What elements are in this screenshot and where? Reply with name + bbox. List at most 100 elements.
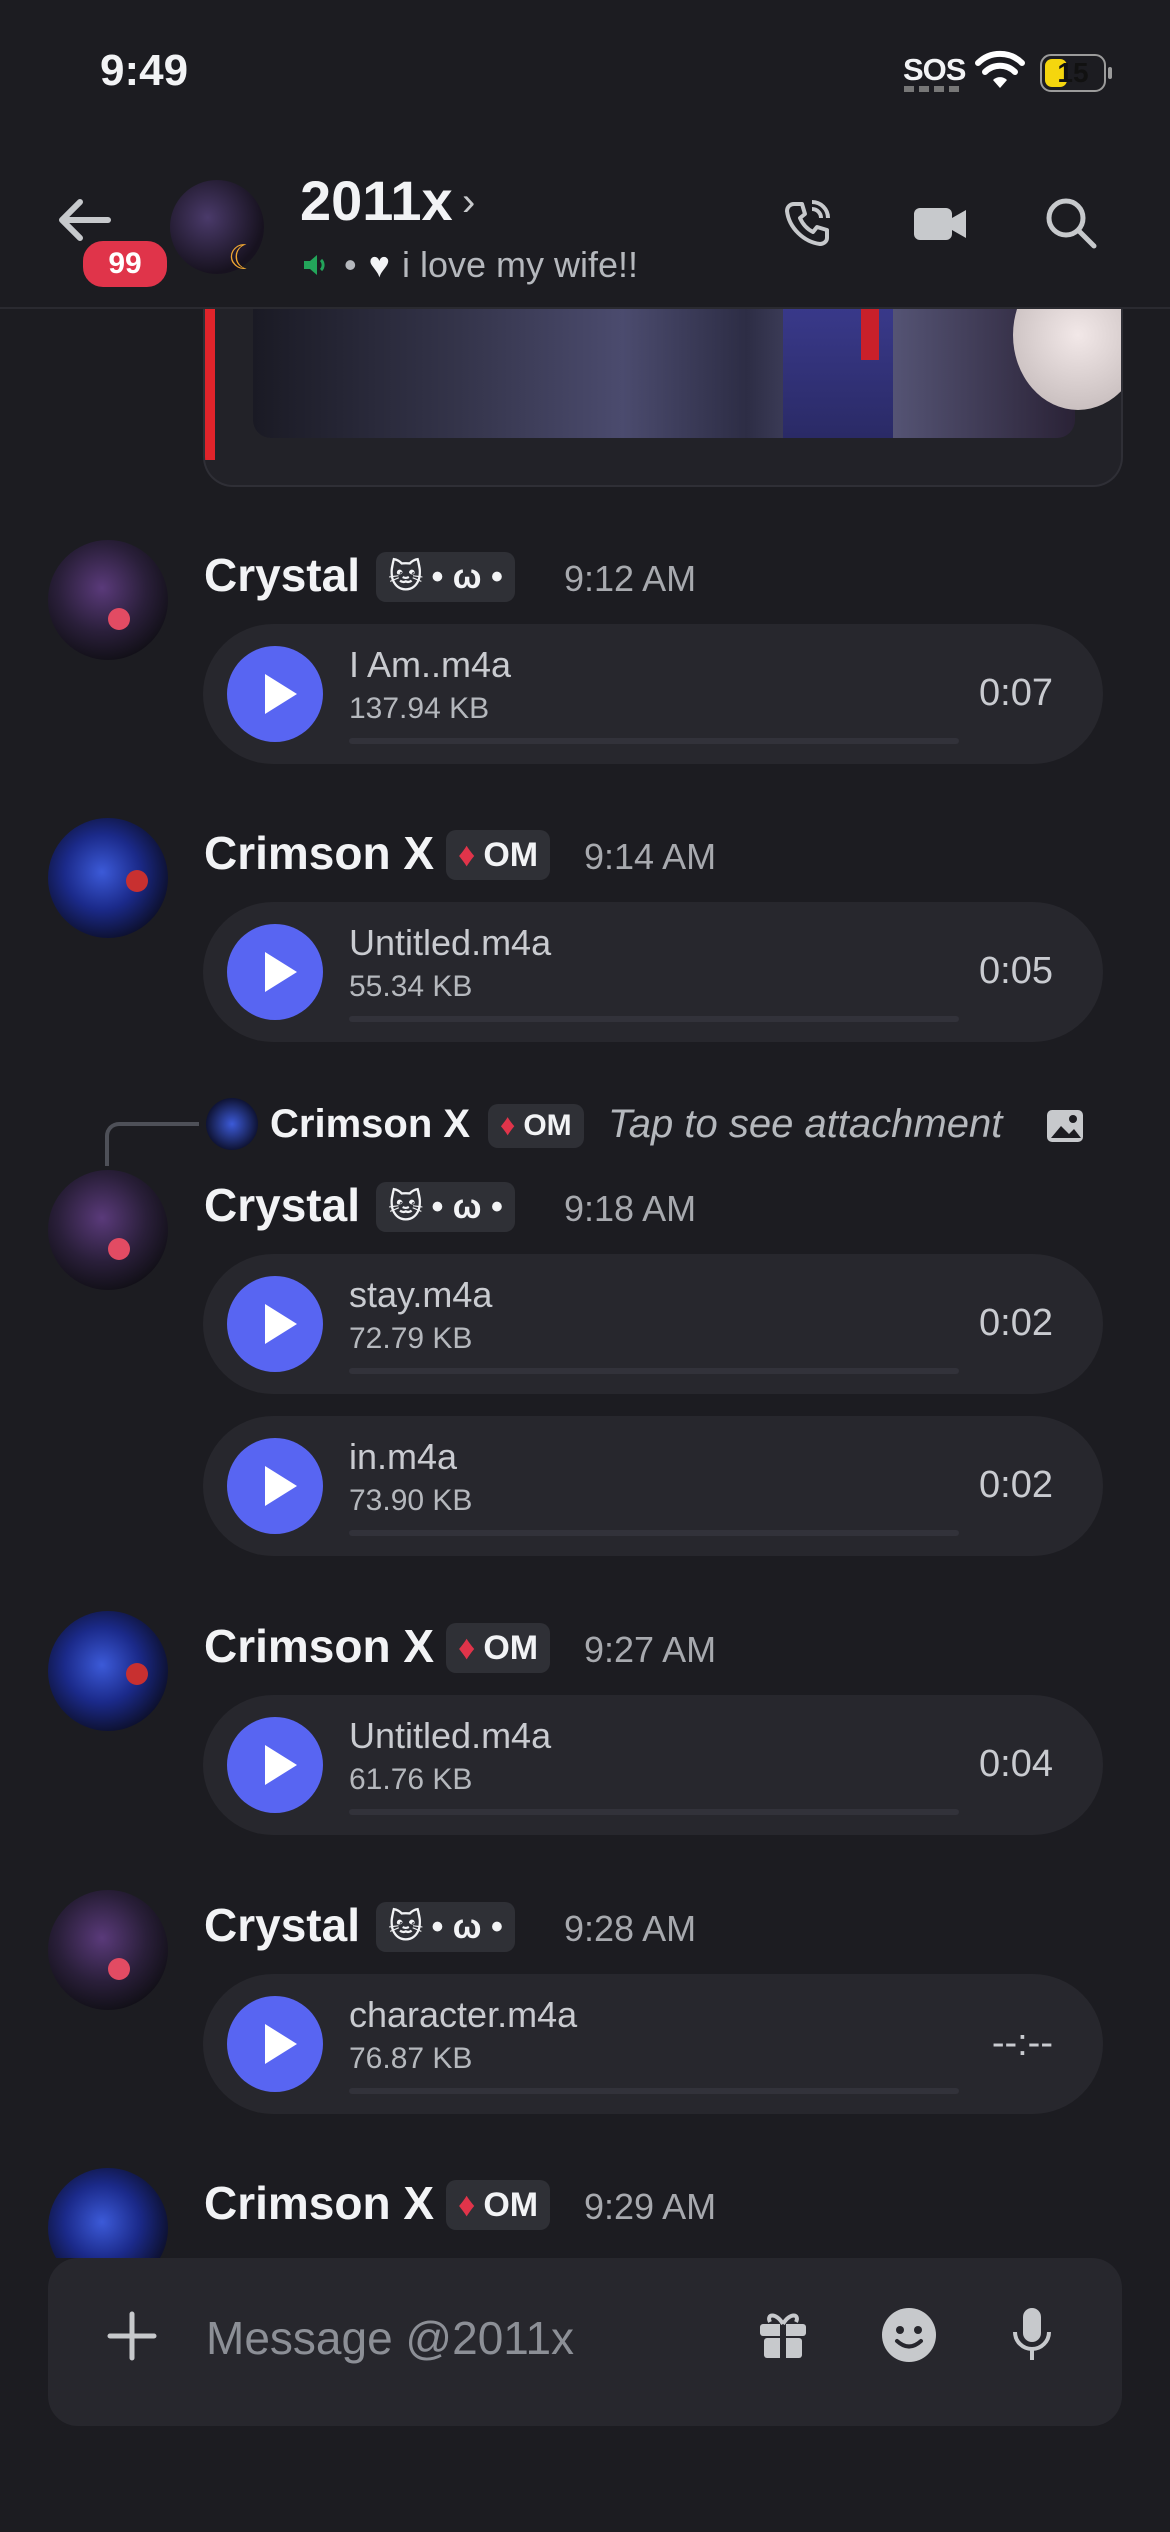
status-bar: 9:49 SOS 15 [0,0,1170,150]
embed-image[interactable] [253,290,1121,438]
cat-icon: 🐱 [388,1908,424,1946]
speaker-icon [304,255,325,275]
play-button[interactable] [227,924,323,1020]
author-name[interactable]: Crystal [204,548,360,602]
file-size: 73.90 KB [349,1484,473,1517]
video-call-icon[interactable] [912,196,968,250]
author-name[interactable]: Crimson X [204,2176,434,2230]
audio-progress-track[interactable] [349,2088,959,2094]
image-icon [1047,1110,1083,1142]
unread-badge: 99 [80,238,170,290]
gem-icon: ♦ [458,1628,476,1667]
file-size: 76.87 KB [349,2042,473,2075]
audio-progress-track[interactable] [349,1016,959,1022]
play-button[interactable] [227,1996,323,2092]
audio-attachment: in.m4a 73.90 KB 0:02 [203,1416,1103,1556]
timestamp: 9:12 AM [564,558,697,599]
back-arrow-icon[interactable] [54,196,112,244]
avatar[interactable] [48,818,168,938]
timestamp: 9:27 AM [584,1629,717,1670]
gem-icon: ♦ [500,1109,516,1142]
file-size: 137.94 KB [349,692,490,725]
clock: 9:49 [100,46,189,95]
avatar[interactable] [48,2168,168,2258]
embed-accent-bar [205,290,215,460]
dot-separator: • [344,244,357,285]
file-size: 61.76 KB [349,1763,473,1796]
author-name[interactable]: Crimson X [204,826,434,880]
timestamp: 9:14 AM [584,836,717,877]
chat-header: 99 ☾ 2011x › • ♥ i love my wife!! [0,150,1170,309]
file-size: 55.34 KB [349,970,473,1003]
timestamp: 9:28 AM [564,1908,697,1949]
audio-progress-track[interactable] [349,1809,959,1815]
audio-duration: 0:02 [979,1302,1053,1344]
reply-author[interactable]: Crimson X [270,1102,470,1147]
audio-attachment: stay.m4a 72.79 KB 0:02 [203,1254,1103,1394]
play-button[interactable] [227,646,323,742]
audio-duration: 0:04 [979,1743,1053,1785]
message-input[interactable] [204,2310,708,2366]
audio-progress-track[interactable] [349,738,959,744]
audio-duration: 0:02 [979,1464,1053,1506]
reply-connector [105,1122,199,1166]
file-name: I Am..m4a [349,644,512,685]
audio-attachment: Untitled.m4a 55.34 KB 0:05 [203,902,1103,1042]
audio-progress-track[interactable] [349,1530,959,1536]
user-tag: 🐱 • ω • [376,552,515,602]
file-name: Untitled.m4a [349,1715,552,1756]
microphone-icon[interactable] [1010,2306,1054,2364]
page-title[interactable]: 2011x [300,168,453,233]
message-composer [48,2258,1122,2426]
idle-moon-icon: ☾ [228,239,259,277]
sos-signal-dots [904,86,960,92]
author-name[interactable]: Crystal [204,1178,360,1232]
custom-status: • ♥ i love my wife!! [300,244,638,286]
user-tag: ♦ OM [446,1623,551,1673]
user-tag: ♦ OM [446,830,551,880]
user-tag: ♦ OM [446,2180,551,2230]
file-size: 72.79 KB [349,1322,473,1355]
audio-progress-track[interactable] [349,1368,959,1374]
battery-level: 15 [1057,57,1089,88]
message-group: Crimson X ♦ OM 9:29 AM [0,2168,1170,2258]
user-tag: 🐱 • ω • [376,1182,515,1232]
file-name: in.m4a [349,1436,458,1477]
chevron-right-icon[interactable]: › [462,180,475,225]
search-icon[interactable] [1044,196,1098,250]
play-button[interactable] [227,1438,323,1534]
file-name: character.m4a [349,1994,578,2035]
audio-attachment: Untitled.m4a 61.76 KB 0:04 [203,1695,1103,1835]
voice-call-icon[interactable] [780,196,834,250]
play-button[interactable] [227,1276,323,1372]
author-name[interactable]: Crimson X [204,1619,434,1673]
battery-icon: 15 [1040,54,1112,92]
audio-attachment: character.m4a 76.87 KB --:-- [203,1974,1103,2114]
avatar[interactable] [48,1611,168,1731]
user-tag: 🐱 • ω • [376,1902,515,1952]
reply-user-tag: ♦ OM [488,1104,584,1148]
avatar[interactable] [48,1170,168,1290]
file-name: stay.m4a [349,1274,493,1315]
sos-indicator: SOS [903,52,966,87]
image-embed[interactable] [203,290,1123,487]
file-name: Untitled.m4a [349,922,552,963]
cat-icon: 🐱 [388,558,424,596]
avatar[interactable] [48,1890,168,2010]
audio-attachment: I Am..m4a 137.94 KB 0:07 [203,624,1103,764]
cat-icon: 🐱 [388,1188,424,1226]
heart-icon: ♥ [368,244,390,285]
emoji-icon[interactable] [880,2306,938,2364]
gift-icon[interactable] [756,2306,810,2362]
plus-icon[interactable] [104,2308,160,2364]
avatar[interactable] [48,540,168,660]
reply-preview-text[interactable]: Tap to see attachment [608,1102,1002,1147]
status-text: i love my wife!! [401,244,639,285]
wifi-icon [975,50,1025,88]
reply-avatar[interactable] [206,1098,258,1150]
author-name[interactable]: Crystal [204,1898,360,1952]
timestamp: 9:29 AM [584,2186,717,2227]
audio-duration: --:-- [991,2022,1053,2064]
play-button[interactable] [227,1717,323,1813]
timestamp: 9:18 AM [564,1188,697,1229]
